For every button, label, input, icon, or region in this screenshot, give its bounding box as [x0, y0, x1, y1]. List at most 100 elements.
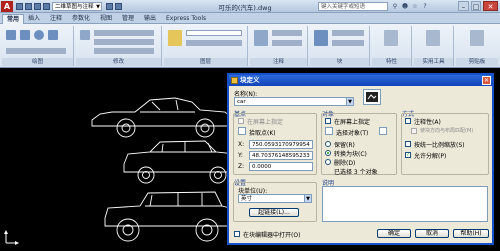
- edit-block-button[interactable]: [332, 40, 364, 46]
- dialog-title: 块定义: [240, 76, 260, 84]
- ribbon-tabs: 常用 插入 注释 参数化 视图 管理 输出 Express Tools: [0, 13, 500, 24]
- insert-block-icon[interactable]: [314, 30, 328, 46]
- draw-tools-row[interactable]: [6, 48, 66, 54]
- hyperlink-button[interactable]: 超链接(L)...: [249, 208, 299, 217]
- circle-icon[interactable]: [34, 30, 44, 40]
- ribbon-panel: 绘图 修改 图层 注释 块 特性 实用工具 剪贴板: [0, 24, 500, 68]
- layer-dropdown[interactable]: [186, 30, 242, 36]
- base-y-field[interactable]: 48.70376148595233: [249, 151, 313, 160]
- convert-to-block-radio[interactable]: [325, 150, 331, 156]
- dialog-title-bar[interactable]: 块定义 ✕: [229, 75, 492, 86]
- new-icon[interactable]: [16, 3, 23, 10]
- search-input[interactable]: 键入关键字或短语: [318, 2, 388, 11]
- match-orientation-checkbox[interactable]: [411, 128, 417, 134]
- allow-explode-label: 允许分解(P): [414, 153, 447, 160]
- ok-button[interactable]: 确定: [377, 229, 411, 238]
- base-onscreen-label: 在屏幕上指定: [247, 119, 284, 126]
- save-icon[interactable]: [34, 3, 41, 10]
- workspace-dropdown[interactable]: 二维草图与注释 ▼: [52, 2, 102, 11]
- tab-express-tools[interactable]: Express Tools: [162, 14, 210, 24]
- ribbon-group-label: 图层: [164, 58, 247, 66]
- name-value: car: [237, 99, 246, 105]
- pick-point-icon[interactable]: [238, 127, 246, 135]
- undo-icon[interactable]: [43, 3, 50, 10]
- base-z-field[interactable]: 0.0000: [249, 162, 313, 171]
- base-onscreen-checkbox[interactable]: [238, 118, 244, 124]
- tab-home[interactable]: 常用: [2, 14, 25, 24]
- properties-icon[interactable]: [384, 30, 398, 46]
- description-textarea[interactable]: [322, 186, 488, 222]
- tab-output[interactable]: 输出: [140, 14, 160, 24]
- scale-uniformly-checkbox[interactable]: [405, 141, 411, 147]
- car-drawing-sedan: [123, 140, 239, 184]
- modify-tools-row-3[interactable]: [94, 48, 154, 54]
- quick-select-icon[interactable]: [379, 127, 387, 135]
- help-button[interactable]: 帮助(H): [453, 229, 489, 238]
- ucs-icon: [4, 229, 20, 247]
- close-button[interactable]: ✕: [483, 1, 498, 11]
- pick-point-button[interactable]: 拾取点(K): [249, 128, 276, 137]
- block-preview-icon: [363, 89, 381, 105]
- name-combobox[interactable]: car ▼: [234, 97, 354, 106]
- layer-tools-row[interactable]: [186, 40, 242, 46]
- maximize-button[interactable]: □: [471, 1, 481, 11]
- paste-icon[interactable]: [470, 30, 484, 46]
- objects-onscreen-checkbox[interactable]: [325, 118, 331, 124]
- polyline-icon[interactable]: [20, 30, 30, 40]
- block-unit-value: 英寸: [241, 196, 253, 202]
- block-unit-dropdown[interactable]: 英寸 ▼: [238, 194, 312, 203]
- user-icon[interactable]: ☻: [401, 2, 409, 11]
- text-icon[interactable]: [254, 30, 268, 46]
- scale-uniformly-label: 按统一比例缩放(S): [414, 142, 465, 149]
- measure-icon[interactable]: [426, 30, 440, 46]
- move-icon[interactable]: [80, 30, 90, 40]
- window-title: 可乐的(汽车).dwg: [218, 4, 272, 12]
- layer-properties-icon[interactable]: [168, 30, 182, 46]
- arc-icon[interactable]: [48, 30, 58, 40]
- select-objects-button[interactable]: 选择对象(T): [336, 128, 368, 137]
- retain-radio[interactable]: [325, 141, 331, 147]
- tab-view[interactable]: 视图: [96, 14, 116, 24]
- annotative-label: 注释性(A): [414, 119, 441, 126]
- open-icon[interactable]: [25, 3, 32, 10]
- star-icon[interactable]: ☆: [411, 2, 419, 11]
- select-objects-icon[interactable]: [325, 127, 333, 135]
- ribbon-group-label: 特性: [372, 58, 411, 66]
- annotative-checkbox[interactable]: [405, 118, 411, 124]
- help-icon[interactable]: ?: [421, 2, 429, 11]
- ribbon-group-modify: 修改: [76, 26, 162, 66]
- chevron-down-icon: ▼: [96, 4, 100, 10]
- ribbon-group-clipboard: 剪贴板: [456, 26, 498, 66]
- app-menu-button[interactable]: A: [1, 1, 13, 12]
- car-drawing-suv: [104, 191, 233, 242]
- delete-radio[interactable]: [325, 159, 331, 165]
- z-label: Z:: [238, 163, 245, 170]
- print-icon[interactable]: [115, 3, 122, 10]
- tab-parametric[interactable]: 参数化: [68, 14, 94, 24]
- line-icon[interactable]: [6, 30, 16, 40]
- ribbon-group-label: 实用工具: [414, 58, 453, 66]
- allow-explode-checkbox[interactable]: ✓: [405, 152, 411, 158]
- dialog-close-button[interactable]: ✕: [482, 76, 491, 85]
- dimension-tools[interactable]: [272, 30, 302, 36]
- x-label: X:: [238, 141, 245, 148]
- minimize-button[interactable]: –: [458, 1, 469, 11]
- ribbon-group-label: 注释: [250, 58, 307, 66]
- create-block-button[interactable]: [332, 30, 364, 36]
- ribbon-group-layers: 图层: [164, 26, 248, 66]
- tab-insert[interactable]: 插入: [24, 14, 44, 24]
- cancel-button[interactable]: 取消: [415, 229, 449, 238]
- base-x-field[interactable]: 750.0593170979954: [249, 140, 313, 149]
- retain-label: 保留(R): [334, 142, 355, 149]
- tab-manage[interactable]: 管理: [118, 14, 138, 24]
- chevron-down-icon[interactable]: ▼: [304, 195, 311, 202]
- table-tools[interactable]: [272, 40, 302, 46]
- search-icon[interactable]: ⚲: [391, 2, 399, 11]
- open-in-editor-checkbox[interactable]: [234, 231, 240, 237]
- tab-annotate[interactable]: 注释: [46, 14, 66, 24]
- modify-tools-row-2[interactable]: [94, 39, 154, 45]
- chevron-down-icon[interactable]: ▼: [346, 98, 353, 105]
- modify-tools-row-1[interactable]: [94, 30, 154, 36]
- redo-icon[interactable]: [106, 3, 113, 10]
- ribbon-group-label: 块: [310, 58, 369, 66]
